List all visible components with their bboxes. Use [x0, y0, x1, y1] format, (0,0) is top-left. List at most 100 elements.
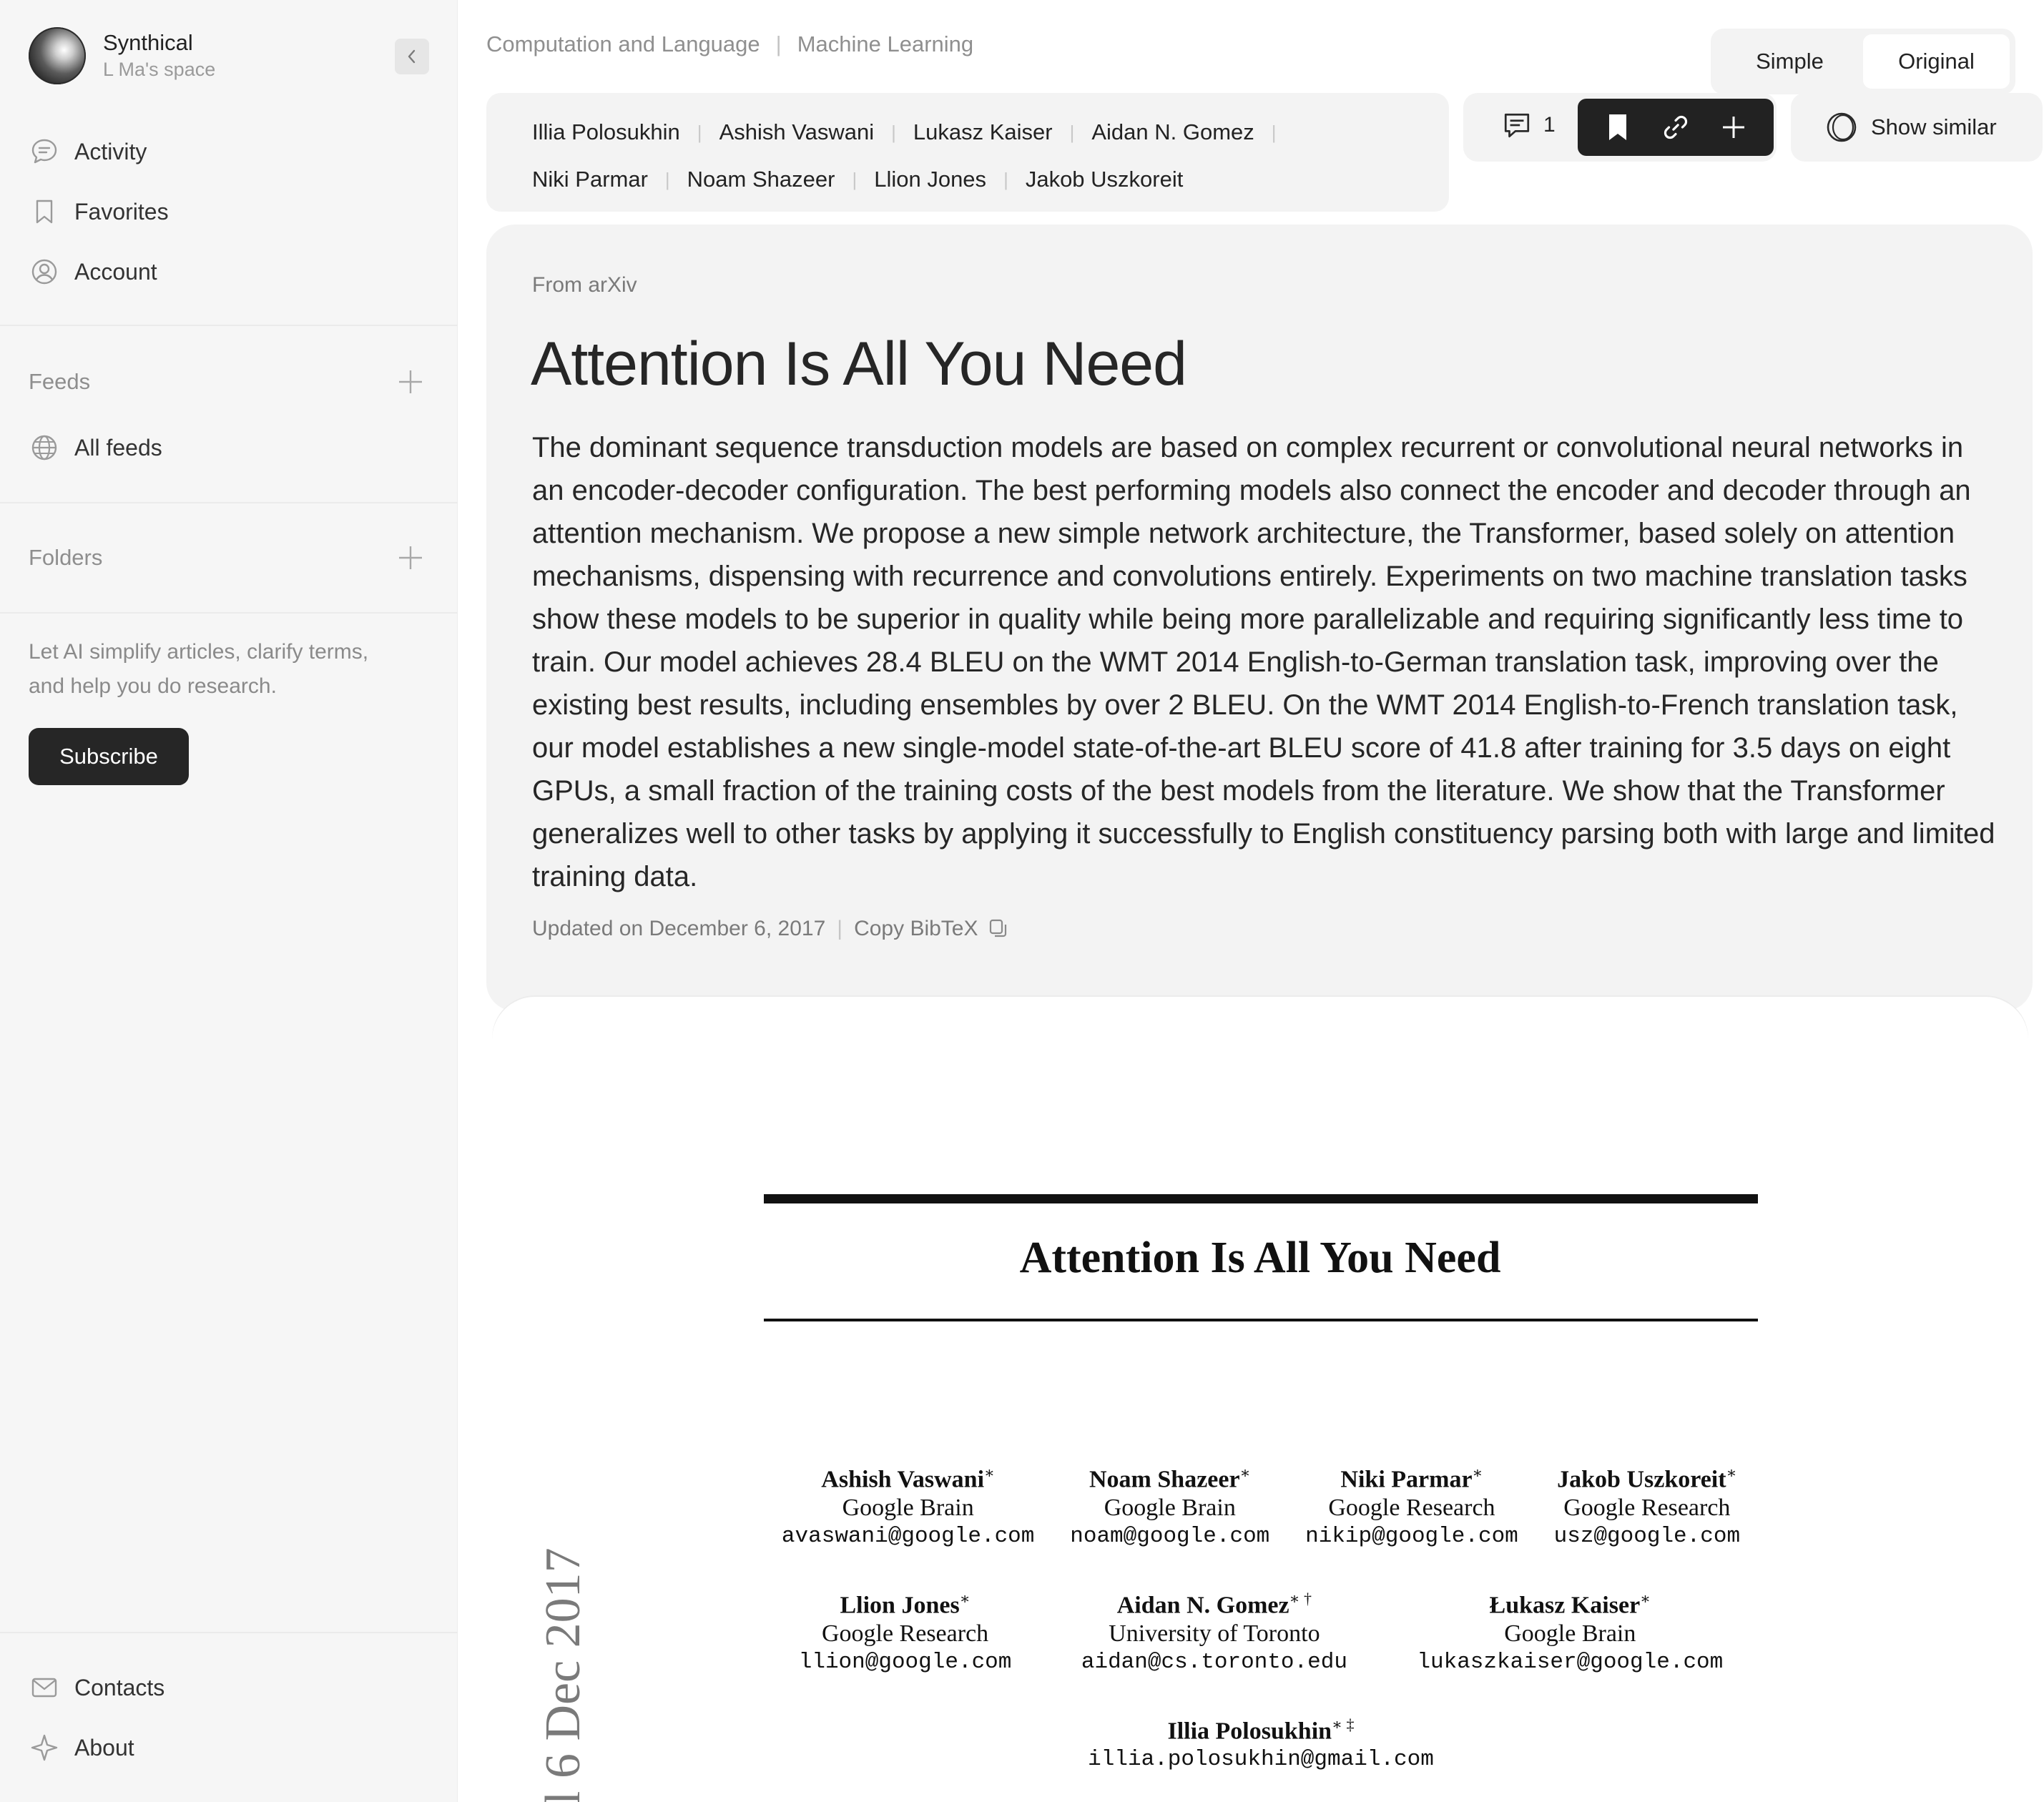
author-separator: |	[852, 168, 858, 190]
pdf-author-email: usz@google.com	[1553, 1524, 1741, 1550]
sidebar-item-label: All feeds	[74, 434, 162, 461]
copy-icon[interactable]	[987, 917, 1010, 940]
author-link[interactable]: Jakob Uszkoreit	[1026, 167, 1184, 192]
brand-name: Synthical	[103, 30, 193, 55]
sidebar-item-label: Contacts	[74, 1674, 165, 1700]
author-link[interactable]: Ashish Vaswani	[719, 119, 875, 145]
sidebar-divider	[0, 325, 458, 326]
folders-section-title: Folders	[29, 545, 103, 570]
author-link[interactable]: Llion Jones	[874, 167, 986, 192]
pdf-author-mark: ∗	[1640, 1590, 1651, 1607]
pdf-author-block: Illia Polosukhin∗ ‡ illia.polosukhin@gma…	[1088, 1710, 1434, 1774]
add-folder-button[interactable]	[395, 542, 426, 573]
pdf-author-mark: ∗	[1472, 1464, 1483, 1482]
view-simple-button[interactable]: Simple	[1716, 34, 1863, 89]
subscription-promo-text: Let AI simplify articles, clarify terms,…	[29, 640, 369, 698]
pdf-author-mark: ∗ ‡	[1332, 1715, 1355, 1733]
pdf-title: Attention Is All You Need	[1019, 1234, 1501, 1282]
author-link[interactable]: Noam Shazeer	[687, 167, 835, 192]
updated-date: Updated on December 6, 2017	[532, 917, 826, 940]
pdf-author-name: Noam Shazeer	[1089, 1466, 1240, 1493]
view-mode-toggle: Simple Original	[1711, 29, 2015, 94]
paper-source: From arXiv	[532, 273, 637, 297]
sidebar-item-favorites[interactable]: Favorites	[29, 190, 169, 233]
pdf-viewer[interactable]: Attention Is All You Need Ashish Vaswani…	[492, 997, 2028, 1802]
copy-bibtex-button[interactable]: Copy BibTeX	[854, 917, 978, 941]
pdf-author-mark: ∗ †	[1289, 1590, 1312, 1607]
pdf-author-affiliation: Google Research	[821, 1620, 989, 1648]
author-separator: |	[664, 168, 670, 190]
sidebar-item-label: Favorites	[74, 198, 169, 225]
paper-actions: 1	[1463, 93, 1777, 162]
author-separator: |	[1003, 168, 1008, 190]
workspace-switcher[interactable]: Synthical L Ma's space	[29, 27, 215, 84]
author-separator: |	[1069, 121, 1075, 143]
breadcrumb-separator: |	[775, 31, 782, 56]
pdf-author-name: Llion Jones	[840, 1592, 960, 1619]
author-link[interactable]: Aidan N. Gomez	[1091, 119, 1254, 145]
show-similar-button[interactable]: Show similar	[1791, 93, 2043, 162]
pdf-author-mark: ∗	[959, 1590, 971, 1607]
author-link[interactable]: Illia Polosukhin	[532, 119, 680, 145]
pdf-author-affiliation: Google Research	[1563, 1495, 1731, 1522]
category-link[interactable]: Machine Learning	[797, 31, 973, 57]
pdf-author-affiliation: Google Research	[1328, 1495, 1495, 1522]
sidebar: Synthical L Ma's space Activity Favorite…	[0, 0, 458, 1802]
collapse-sidebar-button[interactable]	[395, 39, 429, 74]
category-breadcrumb: Computation and Language | Machine Learn…	[486, 31, 973, 57]
pdf-title-rule-bottom	[764, 1319, 1758, 1321]
sidebar-item-activity[interactable]: Activity	[29, 130, 147, 173]
category-link[interactable]: Computation and Language	[486, 31, 760, 57]
abstract-card: From arXiv Attention Is All You Need The…	[486, 225, 2033, 1011]
author-link[interactable]: Lukasz Kaiser	[913, 119, 1053, 145]
synthical-logo	[29, 27, 86, 84]
sidebar-item-account[interactable]: Account	[29, 250, 157, 293]
pdf-author-block: Łukasz Kaiser∗ Google Brain lukaszkaiser…	[1417, 1585, 1723, 1677]
show-similar-label: Show similar	[1871, 114, 1997, 139]
pdf-author-block: Noam Shazeer∗ Google Brain noam@google.c…	[1070, 1459, 1269, 1551]
pdf-author-block: Niki Parmar∗ Google Research nikip@googl…	[1305, 1459, 1518, 1551]
pdf-author-email: aidan@cs.toronto.edu	[1081, 1650, 1347, 1675]
bookmark-button[interactable]	[1598, 107, 1638, 147]
pdf-author-name: Aidan N. Gomez	[1116, 1592, 1289, 1619]
compass-icon	[29, 1732, 60, 1763]
pdf-title-rule-top	[764, 1194, 1758, 1203]
author-separator: |	[697, 121, 702, 143]
author-separator: |	[1271, 121, 1277, 143]
pdf-author-affiliation: Google Brain	[842, 1495, 974, 1522]
pdf-author-name: Łukasz Kaiser	[1489, 1592, 1641, 1619]
pdf-author-email: illia.polosukhin@gmail.com	[1088, 1747, 1434, 1773]
pdf-author-mark: ∗	[1239, 1464, 1251, 1482]
sidebar-item-about[interactable]: About	[29, 1726, 134, 1769]
pdf-author-row: Llion Jones∗ Google Research llion@googl…	[764, 1585, 1758, 1677]
author-link[interactable]: Niki Parmar	[532, 167, 648, 192]
add-to-folder-button[interactable]	[1714, 107, 1754, 147]
sidebar-item-all-feeds[interactable]: All feeds	[29, 426, 162, 469]
paper-abstract: The dominant sequence transduction model…	[532, 432, 1995, 892]
add-feed-button[interactable]	[395, 366, 426, 398]
action-button-group	[1578, 99, 1774, 156]
mail-icon	[29, 1672, 60, 1703]
pdf-author-mark: ∗	[1726, 1464, 1737, 1482]
subscribe-button[interactable]: Subscribe	[29, 728, 189, 785]
bookmark-icon	[29, 196, 60, 227]
pdf-author-affiliation: Google Brain	[1504, 1620, 1636, 1648]
comments-button[interactable]: 1	[1502, 110, 1556, 140]
pdf-author-email: nikip@google.com	[1305, 1524, 1518, 1550]
globe-icon	[29, 432, 60, 463]
sidebar-divider	[0, 1632, 458, 1633]
chat-bubble-icon	[29, 136, 60, 167]
plus-icon	[399, 370, 422, 393]
pdf-author-email: avaswani@google.com	[781, 1524, 1035, 1550]
pdf-author-affiliation: Google Brain	[1104, 1495, 1236, 1522]
copy-link-button[interactable]	[1656, 107, 1696, 147]
pdf-author-name: Niki Parmar	[1340, 1466, 1473, 1493]
sidebar-item-contacts[interactable]: Contacts	[29, 1666, 164, 1709]
author-separator: |	[891, 121, 896, 143]
sidebar-item-label: Account	[74, 258, 157, 285]
view-original-button[interactable]: Original	[1863, 34, 2010, 89]
sidebar-divider	[0, 612, 458, 614]
pdf-author-block: Aidan N. Gomez∗ † University of Toronto …	[1081, 1585, 1347, 1677]
pdf-author-email: noam@google.com	[1070, 1524, 1270, 1550]
comment-count: 1	[1543, 113, 1556, 137]
